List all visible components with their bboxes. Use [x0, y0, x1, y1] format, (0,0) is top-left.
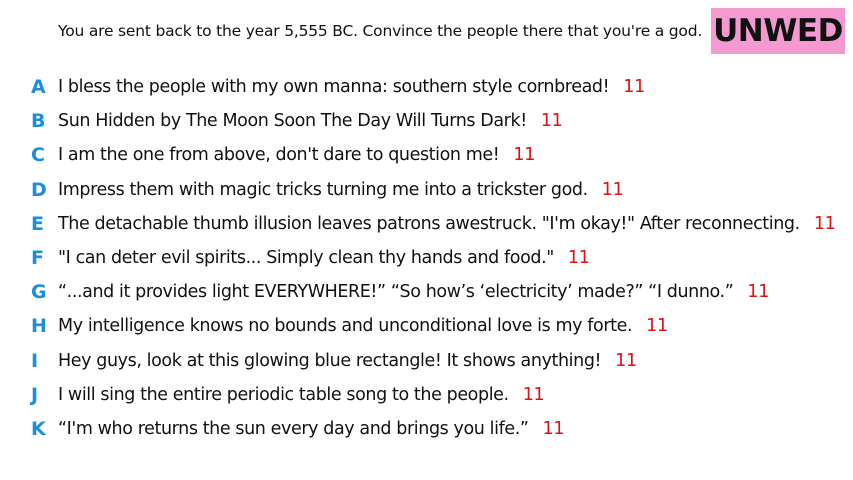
- answer-list: A I bless the people with my own manna: …: [0, 70, 853, 446]
- answer-letter: J: [31, 383, 39, 406]
- answer-letter: I: [31, 349, 39, 372]
- answer-text: “...and it provides light EVERYWHERE!” “…: [58, 282, 734, 303]
- badge-label: UNWED: [713, 13, 843, 49]
- answer-text: I bless the people with my own manna: so…: [58, 77, 610, 98]
- answer-score: 11: [542, 418, 565, 439]
- answer-row-e: E The detachable thumb illusion leaves p…: [0, 207, 853, 241]
- answer-text: Impress them with magic tricks turning m…: [58, 179, 588, 200]
- answer-row-g: G “...and it provides light EVERYWHERE!”…: [0, 275, 853, 309]
- answer-row-c: C I am the one from above, don't dare to…: [0, 138, 853, 172]
- answer-row-j: J I will sing the entire periodic table …: [0, 378, 853, 412]
- answer-letter: K: [31, 417, 46, 440]
- answer-text: Sun Hidden by The Moon Soon The Day Will…: [58, 111, 527, 132]
- answer-row-h: H My intelligence knows no bounds and un…: [0, 309, 853, 343]
- category-badge: UNWED: [711, 8, 845, 54]
- answer-text: "I can deter evil spirits... Simply clea…: [58, 248, 554, 269]
- answer-letter: B: [31, 110, 46, 133]
- answer-score: 11: [540, 111, 563, 132]
- answer-row-f: F "I can deter evil spirits... Simply cl…: [0, 241, 853, 275]
- answer-score: 11: [601, 179, 624, 200]
- answer-text: The detachable thumb illusion leaves pat…: [58, 213, 800, 234]
- answer-score: 11: [747, 282, 770, 303]
- question-prompt: You are sent back to the year 5,555 BC. …: [58, 22, 703, 40]
- answer-row-b: B Sun Hidden by The Moon Soon The Day Wi…: [0, 104, 853, 138]
- answer-score: 11: [623, 77, 645, 98]
- answer-score: 11: [615, 350, 637, 371]
- answer-score: 11: [813, 213, 836, 234]
- answer-letter: H: [31, 315, 47, 338]
- answer-score: 11: [513, 145, 536, 166]
- answer-row-i: I Hey guys, look at this glowing blue re…: [0, 344, 853, 378]
- answer-row-a: A I bless the people with my own manna: …: [0, 70, 853, 104]
- answer-row-d: D Impress them with magic tricks turning…: [0, 173, 853, 207]
- answer-text: I will sing the entire periodic table so…: [58, 384, 509, 405]
- answer-text: My intelligence knows no bounds and unco…: [58, 316, 633, 337]
- answer-text: I am the one from above, don't dare to q…: [58, 145, 500, 166]
- answer-score: 11: [522, 384, 545, 405]
- answer-row-k: K “I'm who returns the sun every day and…: [0, 412, 853, 446]
- answer-text: “I'm who returns the sun every day and b…: [58, 418, 529, 439]
- answer-score: 11: [567, 248, 590, 269]
- answer-text: Hey guys, look at this glowing blue rect…: [58, 350, 602, 371]
- answer-letter: D: [31, 178, 47, 201]
- answer-letter: A: [31, 76, 46, 99]
- answer-score: 11: [646, 316, 668, 337]
- answer-letter: G: [31, 281, 47, 304]
- answer-letter: F: [31, 247, 44, 270]
- answer-letter: C: [31, 144, 45, 167]
- answer-letter: E: [31, 212, 44, 235]
